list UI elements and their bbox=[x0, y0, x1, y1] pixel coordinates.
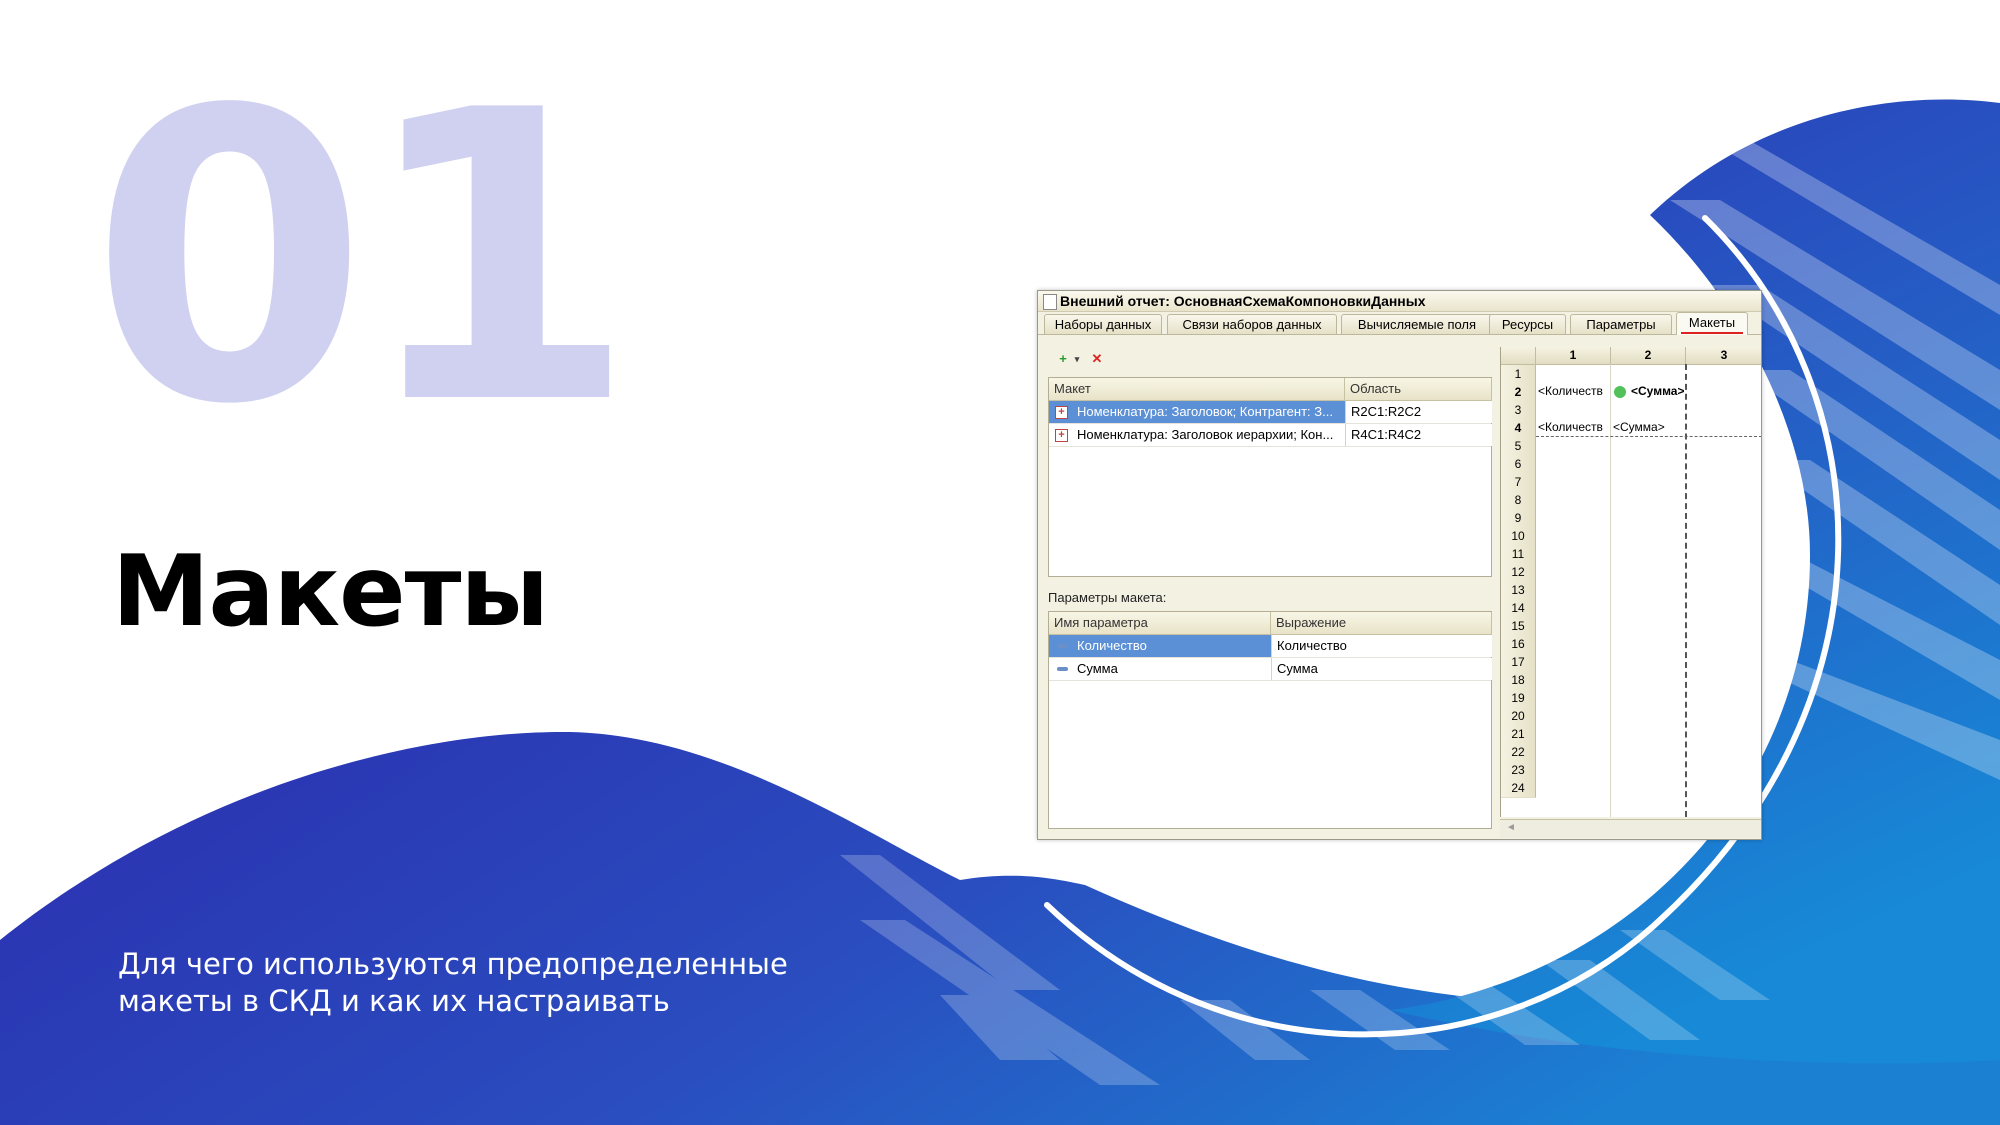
tab-label: Макеты bbox=[1688, 315, 1736, 330]
params-table: Имя параметра Выражение Количество Колич… bbox=[1048, 611, 1492, 829]
sheet-row-header[interactable]: 9 bbox=[1501, 509, 1536, 528]
scroll-left-icon[interactable]: ◄ bbox=[1506, 822, 1516, 833]
sheet-row-header[interactable]: 17 bbox=[1501, 653, 1536, 672]
sheet-row-header[interactable]: 24 bbox=[1501, 779, 1536, 798]
tab-bar: Наборы данных Связи наборов данных Вычис… bbox=[1038, 312, 1761, 335]
sheet-row-header[interactable]: 18 bbox=[1501, 671, 1536, 690]
column-header-area[interactable]: Область bbox=[1345, 378, 1492, 401]
page-break-line bbox=[1685, 364, 1687, 817]
table-row[interactable]: + Номенклатура: Заголовок; Контрагент: З… bbox=[1049, 401, 1492, 424]
tab-calculated-fields[interactable]: Вычисляемые поля bbox=[1341, 314, 1493, 334]
tab-dataset-links[interactable]: Связи наборов данных bbox=[1167, 314, 1337, 334]
slide-subtitle: Для чего используются предопределенные м… bbox=[118, 947, 788, 1018]
sheet-row-header[interactable]: 3 bbox=[1501, 401, 1536, 420]
table-row[interactable]: + Номенклатура: Заголовок иерархии; Кон.… bbox=[1049, 424, 1492, 447]
horizontal-scrollbar[interactable]: ◄ bbox=[1500, 819, 1761, 838]
sheet-row-header[interactable]: 20 bbox=[1501, 707, 1536, 726]
column-line bbox=[1610, 364, 1611, 817]
sheet-row-header[interactable]: 21 bbox=[1501, 725, 1536, 744]
params-label: Параметры макета: bbox=[1048, 590, 1167, 605]
sheet-row-header[interactable]: 4 bbox=[1501, 419, 1536, 438]
sheet-cell-r4c2[interactable]: <Сумма> bbox=[1613, 418, 1685, 436]
tab-label: Связи наборов данных bbox=[1182, 317, 1322, 332]
window-titlebar: Внешний отчет: ОсновнаяСхемаКомпоновкиДа… bbox=[1038, 291, 1761, 312]
sheet-row-header[interactable]: 13 bbox=[1501, 581, 1536, 600]
document-icon bbox=[1043, 294, 1057, 310]
layout-area: R4C1:R4C2 bbox=[1345, 424, 1492, 446]
tab-datasets[interactable]: Наборы данных bbox=[1044, 314, 1162, 334]
column-header-layout[interactable]: Макет bbox=[1049, 378, 1345, 401]
slide-number: 01 bbox=[90, 27, 637, 492]
sheet-cell-r2c2[interactable]: <Сумма> bbox=[1631, 382, 1685, 400]
sheet-column-header[interactable]: 1 bbox=[1536, 347, 1611, 365]
sheet-row-header[interactable]: 23 bbox=[1501, 761, 1536, 780]
tab-label: Наборы данных bbox=[1054, 317, 1152, 332]
sheet-row-header[interactable]: 10 bbox=[1501, 527, 1536, 546]
param-expression: Сумма bbox=[1271, 658, 1492, 680]
param-name: Сумма bbox=[1077, 661, 1118, 676]
layout-area: R2C1:R2C2 bbox=[1345, 401, 1492, 423]
sheet-row-header[interactable]: 16 bbox=[1501, 635, 1536, 654]
param-name: Количество bbox=[1077, 638, 1147, 653]
green-dot-icon bbox=[1614, 386, 1626, 398]
sheet-row-header[interactable]: 19 bbox=[1501, 689, 1536, 708]
delete-icon[interactable]: ✕ bbox=[1087, 349, 1107, 369]
chevron-down-icon[interactable]: ▾ bbox=[1067, 349, 1087, 369]
sheet-row-header[interactable]: 5 bbox=[1501, 437, 1536, 456]
sheet-row-header[interactable]: 7 bbox=[1501, 473, 1536, 492]
sheet-row-header[interactable]: 2 bbox=[1501, 383, 1536, 402]
tab-layouts[interactable]: Макеты bbox=[1676, 312, 1748, 335]
window-title: Внешний отчет: ОсновнаяСхемаКомпоновкиДа… bbox=[1060, 293, 1426, 309]
param-expression: Количество bbox=[1271, 635, 1492, 657]
sheet-row-header[interactable]: 12 bbox=[1501, 563, 1536, 582]
layout-name: Номенклатура: Заголовок; Контрагент: З..… bbox=[1077, 404, 1333, 419]
sheet-row-header[interactable]: 8 bbox=[1501, 491, 1536, 510]
spreadsheet-area[interactable]: 1 2 3 <Количеств <Сумма> <Количеств <Сум… bbox=[1500, 347, 1761, 817]
table-row[interactable]: Количество Количество bbox=[1049, 635, 1492, 658]
sheet-cell-r2c1[interactable]: <Количеств bbox=[1538, 382, 1610, 400]
sheet-corner bbox=[1501, 347, 1536, 365]
tab-label: Ресурсы bbox=[1501, 317, 1554, 332]
sheet-row-header[interactable]: 14 bbox=[1501, 599, 1536, 618]
active-underline bbox=[1681, 332, 1743, 334]
sheet-column-header[interactable]: 3 bbox=[1686, 347, 1761, 365]
sheet-column-header[interactable]: 2 bbox=[1611, 347, 1686, 365]
table-row[interactable]: Сумма Сумма bbox=[1049, 658, 1492, 681]
column-header-param-name[interactable]: Имя параметра bbox=[1049, 612, 1271, 635]
area-boundary-line bbox=[1536, 436, 1761, 437]
tab-parameters[interactable]: Параметры bbox=[1570, 314, 1672, 334]
sheet-row-header[interactable]: 11 bbox=[1501, 545, 1536, 564]
tab-resources[interactable]: Ресурсы bbox=[1489, 314, 1566, 334]
report-window-screenshot: Внешний отчет: ОсновнаяСхемаКомпоновкиДа… bbox=[1037, 290, 1762, 840]
slide-title: Макеты bbox=[112, 535, 549, 649]
column-header-expression[interactable]: Выражение bbox=[1271, 612, 1492, 635]
sheet-row-header[interactable]: 1 bbox=[1501, 365, 1536, 384]
layout-name: Номенклатура: Заголовок иерархии; Кон... bbox=[1077, 427, 1334, 442]
sheet-cell-r4c1[interactable]: <Количеств bbox=[1538, 418, 1610, 436]
layouts-table: Макет Область + Номенклатура: Заголовок;… bbox=[1048, 377, 1492, 577]
sheet-row-header[interactable]: 22 bbox=[1501, 743, 1536, 762]
tab-label: Вычисляемые поля bbox=[1357, 317, 1477, 332]
sheet-row-header[interactable]: 6 bbox=[1501, 455, 1536, 474]
sheet-row-header[interactable]: 15 bbox=[1501, 617, 1536, 636]
tab-label: Параметры bbox=[1586, 317, 1656, 332]
